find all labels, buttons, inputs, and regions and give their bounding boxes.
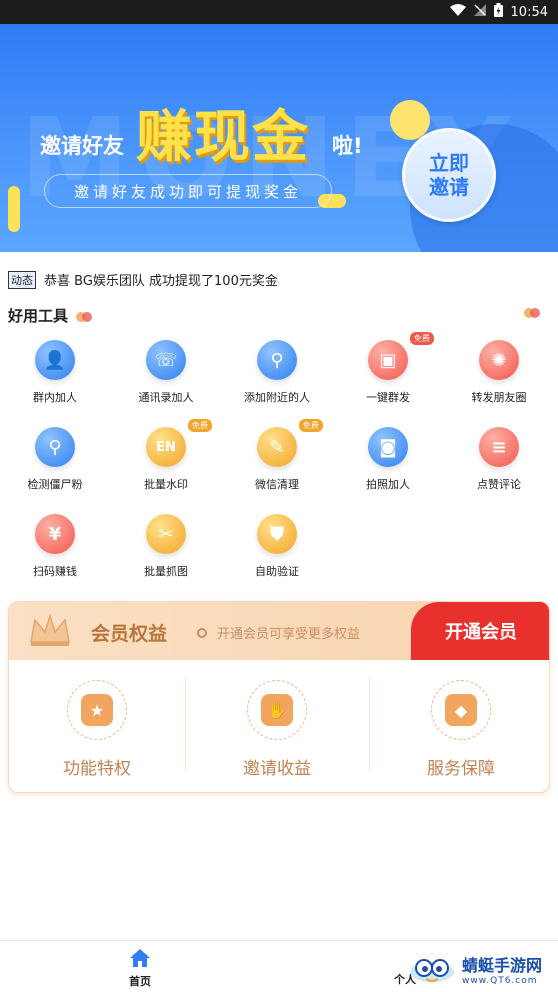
member-title: 会员权益 [91, 623, 168, 645]
watermark-icon: EN 免费 [146, 419, 212, 467]
benefit-label: 功能特权 [63, 759, 131, 779]
tool-item[interactable]: ✂ 批量抓图 [111, 514, 221, 579]
member-subtitle: 开通会员可享受更多权益 [197, 623, 360, 642]
benefit-icon-ring: ★ [67, 680, 127, 740]
decoration-icon [522, 306, 544, 318]
open-membership-button[interactable]: 开通会员 [411, 602, 549, 660]
tool-item[interactable]: ▣ 免费一键群发 [333, 332, 443, 405]
invite-now-button[interactable]: 立即 邀请 [402, 128, 496, 222]
search-icon: ⚲ [35, 427, 75, 467]
wifi-icon [449, 4, 466, 20]
tool-label: 批量抓图 [144, 565, 188, 578]
tool-item[interactable]: ¥ 扫码赚钱 [0, 514, 110, 579]
tools-title: 好用工具 [8, 307, 69, 325]
nav-home-label: 首页 [129, 975, 151, 988]
tool-item[interactable]: ☏ 通讯录加人 [111, 340, 221, 405]
free-badge: 免费 [299, 419, 323, 432]
hand-coins-icon: ✋ [261, 694, 293, 726]
money-bag-icon: ¥ [35, 514, 75, 554]
comment-icon: ≡ [479, 427, 519, 467]
user-group-icon: 👤 [35, 340, 75, 380]
battery-icon [493, 3, 503, 21]
banner-invite-text: 邀请好友 [40, 134, 124, 158]
circle-icon [197, 627, 207, 638]
ticker-tag: 动态 [8, 270, 36, 289]
no-signal-icon [473, 4, 486, 20]
aperture-icon: ✺ [479, 340, 519, 380]
banner-subtitle: 邀请好友成功即可提现奖金 [44, 174, 332, 208]
free-badge: 免费 [410, 332, 434, 345]
scissors-icon: ✂ [146, 514, 186, 554]
divider [185, 678, 186, 770]
clock: 10:54 [510, 4, 548, 20]
camera-icon: ◙ [368, 427, 408, 467]
contacts-icon: ☏ [146, 340, 186, 380]
banner-headline: 赚现金 [136, 105, 310, 170]
watermark-title: 蜻蜓手游网 [462, 956, 543, 975]
tools-section-title: 好用工具 [8, 305, 96, 326]
benefit-label: 邀请收益 [243, 759, 311, 779]
medal-icon: ★ [81, 694, 113, 726]
chat-bubble-icon: ▣ 免费 [368, 332, 434, 380]
tool-label: 自助验证 [255, 565, 299, 578]
crown-icon [27, 612, 73, 656]
tool-label: 检测僵尸粉 [27, 478, 83, 491]
ticker-message: 恭喜 BG娱乐团队 成功提现了100元奖金 [44, 274, 278, 289]
home-icon [130, 949, 150, 971]
tool-item[interactable]: ⛊ 自助验证 [222, 514, 332, 579]
benefit-icon-ring: ✋ [247, 680, 307, 740]
watermark: 蜻蜓手游网 www.QT6.com [408, 952, 542, 986]
tool-label: 微信清理 [255, 478, 299, 491]
shield-icon: ⛊ [257, 514, 297, 554]
broom-icon: ✎ 免费 [257, 419, 323, 467]
tool-item[interactable]: ⚲ 添加附近的人 [222, 340, 332, 405]
news-ticker[interactable]: 动态 恭喜 BG娱乐团队 成功提现了100元奖金 [8, 270, 278, 289]
divider [369, 678, 370, 770]
tool-item[interactable]: ◙ 拍照加人 [333, 427, 443, 492]
tool-label: 点赞评论 [477, 478, 521, 491]
benefit-label: 服务保障 [427, 759, 495, 779]
tool-label: 通讯录加人 [138, 391, 194, 404]
nav-home[interactable]: 首页 [120, 949, 160, 989]
service-icon: ◆ [445, 694, 477, 726]
tool-item[interactable]: 👤 群内加人 [0, 340, 110, 405]
tool-item[interactable]: ≡ 点赞评论 [444, 427, 554, 492]
tool-label: 一键群发 [366, 391, 410, 404]
invite-banner[interactable]: MONEY 邀请好友 赚现金 啦! 邀请好友成功即可提现奖金 立即 邀请 [0, 24, 558, 252]
member-card: 会员权益 开通会员可享受更多权益 开通会员 ★ 功能特权 ✋ 邀请收益 ◆ 服务… [8, 601, 550, 793]
tool-item[interactable]: ⚲ 检测僵尸粉 [0, 427, 110, 492]
tool-label: 批量水印 [144, 478, 188, 491]
benefit-feature-privilege[interactable]: ★ 功能特权 [9, 680, 185, 779]
tool-label: 扫码赚钱 [33, 565, 77, 578]
watermark-url: www.QT6.com [462, 976, 538, 986]
tool-item[interactable]: ✎ 免费微信清理 [222, 419, 332, 492]
benefit-invite-earnings[interactable]: ✋ 邀请收益 [189, 680, 365, 779]
dragonfly-logo-icon [408, 952, 456, 986]
tool-label: 拍照加人 [366, 478, 410, 491]
banner-exclamation: 啦! [332, 134, 363, 158]
location-pin-icon: ⚲ [257, 340, 297, 380]
invite-now-line1: 立即 [429, 151, 469, 175]
tool-label: 群内加人 [33, 391, 77, 404]
status-bar: 10:54 [0, 0, 558, 24]
benefit-service-guarantee[interactable]: ◆ 服务保障 [373, 680, 549, 779]
free-badge: 免费 [188, 419, 212, 432]
tool-item[interactable]: ✺ 转发朋友圈 [444, 340, 554, 405]
decoration-icon [74, 310, 96, 322]
invite-now-line2: 邀请 [429, 175, 469, 199]
tool-label: 添加附近的人 [244, 391, 310, 404]
benefit-icon-ring: ◆ [431, 680, 491, 740]
tool-label: 转发朋友圈 [471, 391, 527, 404]
banner-decoration [8, 186, 20, 232]
tool-item[interactable]: EN 免费批量水印 [111, 419, 221, 492]
member-subtitle-text: 开通会员可享受更多权益 [217, 627, 361, 642]
